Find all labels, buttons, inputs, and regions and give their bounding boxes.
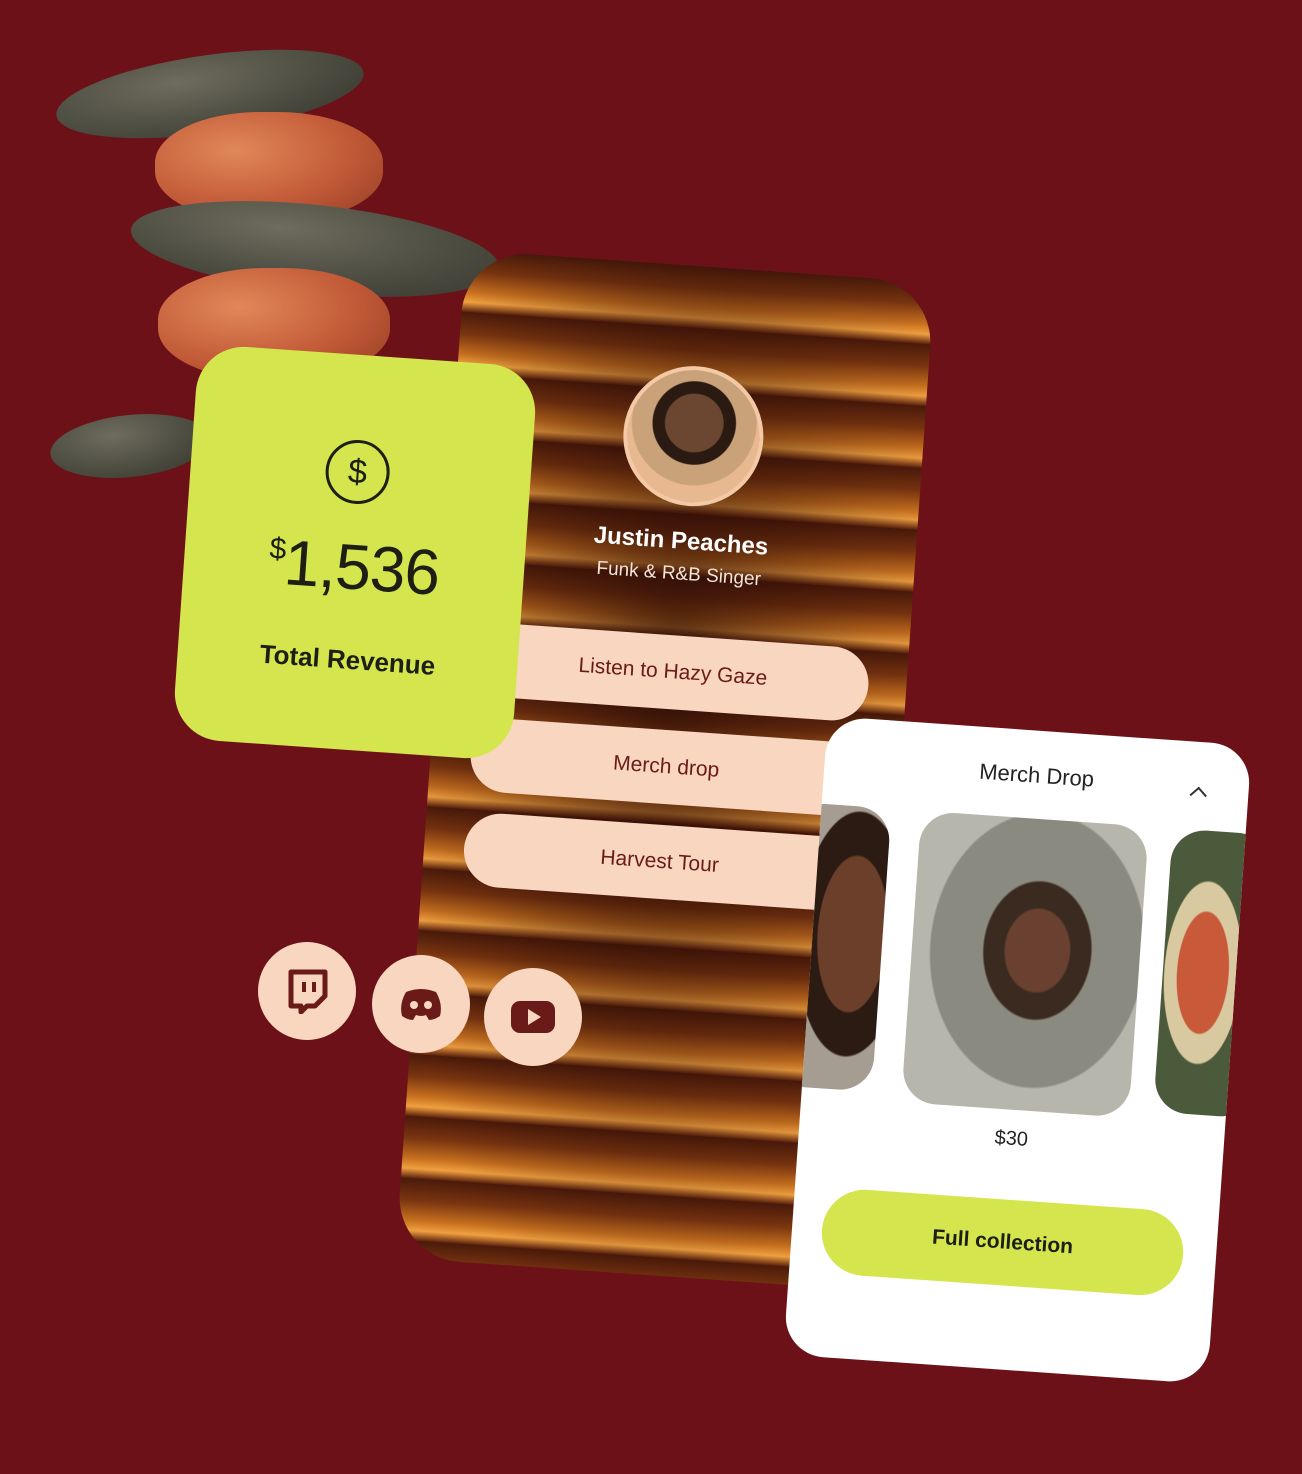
merch-title: Merch Drop xyxy=(978,758,1095,792)
link-button-harvest-tour[interactable]: Harvest Tour xyxy=(461,811,858,913)
revenue-value: 1,536 xyxy=(281,526,442,609)
link-button-hazy-gaze[interactable]: Listen to Hazy Gaze xyxy=(474,621,871,723)
full-collection-button[interactable]: Full collection xyxy=(818,1186,1187,1298)
link-button-merch-drop[interactable]: Merch drop xyxy=(468,716,865,818)
dollar-circle-icon: $ xyxy=(323,437,392,507)
dollar-sign: $ xyxy=(346,451,369,492)
discord-icon xyxy=(401,989,441,1020)
twitch-button[interactable] xyxy=(258,942,356,1040)
revenue-currency: $ xyxy=(268,532,287,567)
chevron-up-icon[interactable] xyxy=(1188,781,1209,803)
merch-image-main[interactable] xyxy=(901,810,1149,1118)
youtube-icon xyxy=(511,1001,555,1033)
discord-button[interactable] xyxy=(372,955,470,1053)
merch-image-next[interactable] xyxy=(1153,828,1252,1119)
merch-price: $30 xyxy=(993,1126,1029,1151)
merch-card: Merch Drop $30 Full collection xyxy=(783,715,1252,1385)
twitch-icon xyxy=(288,969,328,1014)
decorative-stone xyxy=(47,406,213,486)
revenue-amount: $1,536 xyxy=(182,518,526,616)
revenue-label: Total Revenue xyxy=(258,638,437,681)
youtube-button[interactable] xyxy=(484,968,582,1066)
avatar[interactable] xyxy=(618,361,769,511)
revenue-card: $ $1,536 Total Revenue xyxy=(171,343,539,762)
